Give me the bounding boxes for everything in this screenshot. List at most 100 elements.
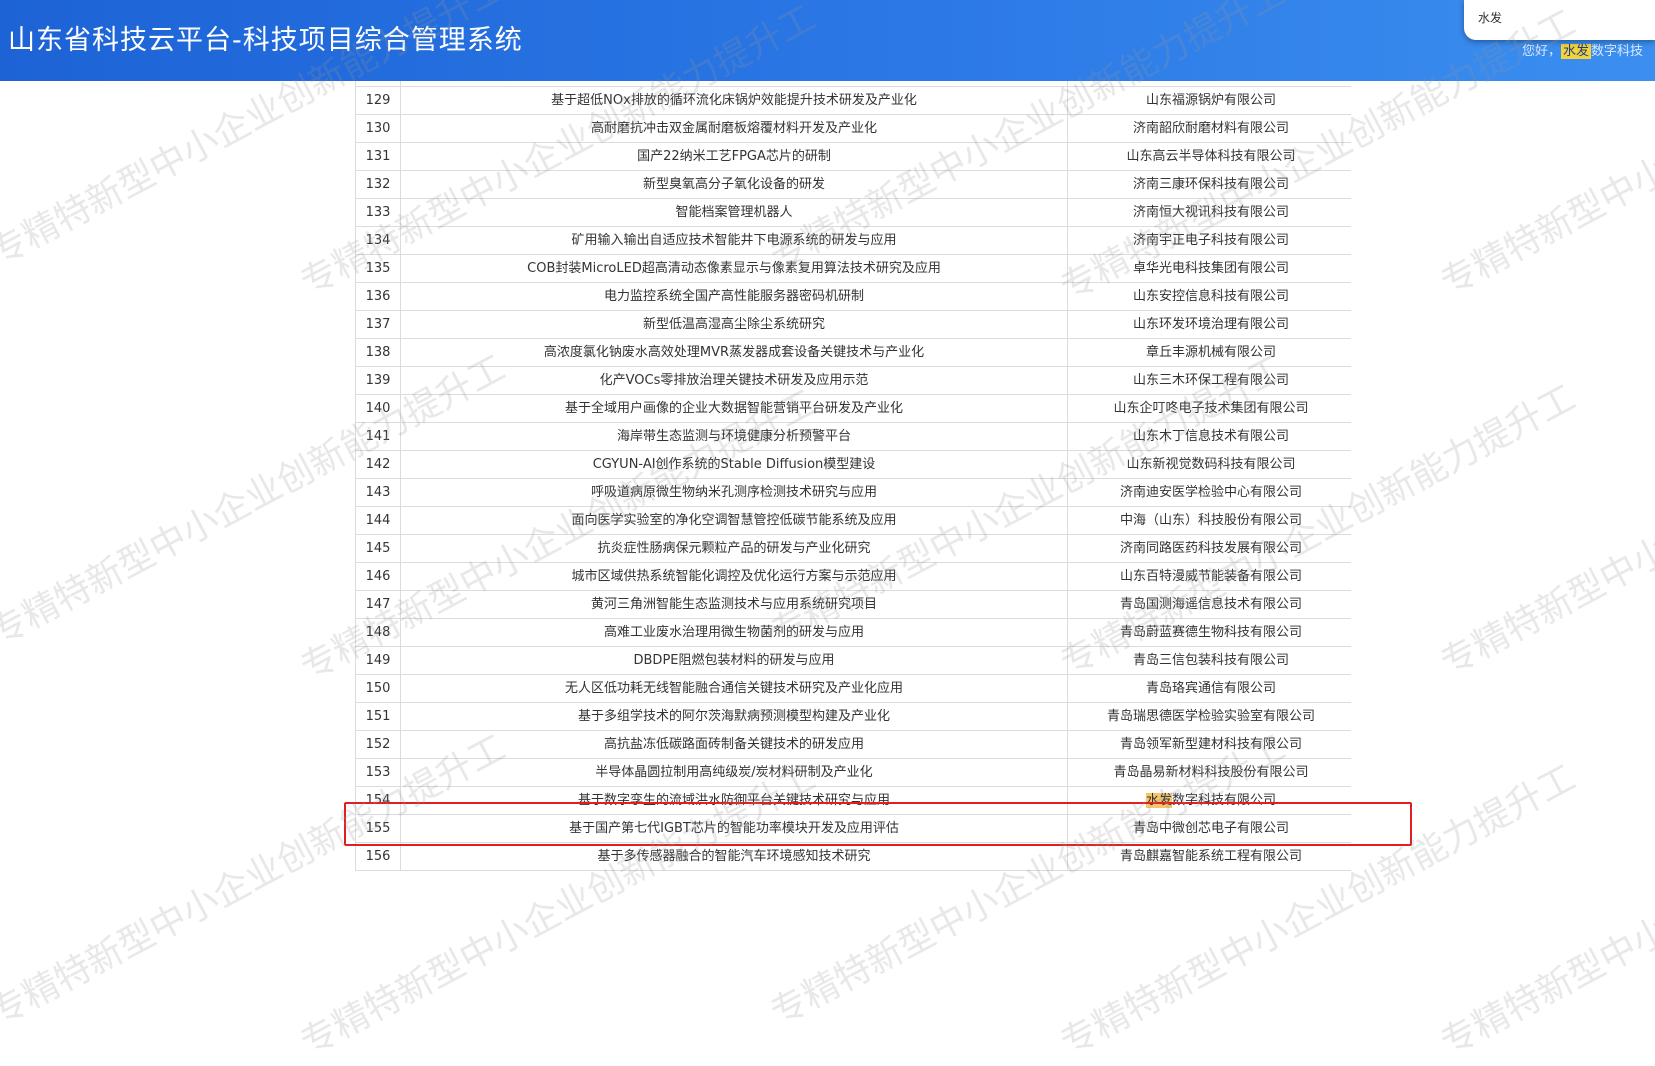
table-row: 135 COB封装MicroLED超高清动态像素显示与像素复用算法技术研究及应用卓… [355,254,1351,283]
company-name: 济南三康环保科技有限公司 [1067,170,1351,199]
company-name: 卓华光电科技集团有限公司 [1067,254,1351,283]
project-name: 呼吸道病原微生物纳米孔测序检测技术研究与应用 [400,478,1068,507]
row-number: 133 [355,198,401,227]
project-name: 电力监控系统全国产高性能服务器密码机研制 [400,282,1068,311]
company-name: 山东三木环保工程有限公司 [1067,366,1351,395]
project-name: 新型臭氧高分子氧化设备的研发 [400,170,1068,199]
table-row: 134 矿用输入输出自适应技术智能井下电源系统的研发与应用 济南宇正电子科技有限公司 [355,226,1351,255]
table-row: 140 基于全域用户画像的企业大数据智能营销平台研发及产业化 山东企叮咚电子技术集团… [355,394,1351,423]
table-row: 136 电力监控系统全国产高性能服务器密码机研制 山东安控信息科技有限公司 [355,282,1351,311]
row-number: 150 [355,674,401,703]
project-name: COB封装MicroLED超高清动态像素显示与像素复用算法技术研究及应用 [400,254,1068,283]
row-number: 139 [355,366,401,395]
table-row: 130 高耐磨抗冲击双金属耐磨板熔覆材料开发及产业化 济南韶欣耐磨材料有限公司 [355,114,1351,143]
company-name: 山东企叮咚电子技术集团有限公司 [1067,394,1351,423]
project-name: 高难工业废水治理用微生物菌剂的研发与应用 [400,618,1068,647]
project-table: 128基于AI的智能管控系统的研发项目山东云智信息科技有限公司129基于超低NO… [355,81,1351,871]
project-table-container[interactable]: 128基于AI的智能管控系统的研发项目山东云智信息科技有限公司129基于超低NO… [355,81,1351,889]
table-row: 139 化产VOCs零排放治理关键技术研发及应用示范 山东三木环保工程有限公司 [355,366,1351,395]
project-name: 半导体晶圆拉制用高纯级炭/炭材料研制及产业化 [400,758,1068,787]
row-number: 134 [355,226,401,255]
company-name: 青岛珞宾通信有限公司 [1067,674,1351,703]
company-name: 青岛蔚蓝赛德生物科技有限公司 [1067,618,1351,647]
project-name: 无人区低功耗无线智能融合通信关键技术研究及产业化应用 [400,674,1068,703]
company-name: 青岛晶易新材料科技股份有限公司 [1067,758,1351,787]
app-header: 山东省科技云平台-科技项目综合管理系统 您好， 水发 数字科技 [0,0,1655,81]
table-row: 141 海岸带生态监测与环境健康分析预警平台 山东木丁信息技术有限公司 [355,422,1351,451]
project-name: 基于多组学技术的阿尔茨海默病预测模型构建及产业化 [400,702,1068,731]
project-name: CGYUN-AI创作系统的Stable Diffusion模型建设 [400,450,1068,479]
table-row: 138 高浓度氯化钠废水高效处理MVR蒸发器成套设备关键技术与产业化 章丘丰源机械有… [355,338,1351,367]
table-row: 153 半导体晶圆拉制用高纯级炭/炭材料研制及产业化 青岛晶易新材料科技股份有限公司 [355,758,1351,787]
row-number: 141 [355,422,401,451]
company-name: 山东福源锅炉有限公司 [1067,86,1351,115]
project-name: 基于超低NOx排放的循环流化床锅炉效能提升技术研发及产业化 [400,86,1068,115]
user-greeting[interactable]: 您好， 水发 数字科技 [1522,40,1643,59]
project-name: 海岸带生态监测与环境健康分析预警平台 [400,422,1068,451]
project-name: 高抗盐冻低碳路面砖制备关键技术的研发应用 [400,730,1068,759]
red-highlight-box [344,802,1412,846]
company-name: 章丘丰源机械有限公司 [1067,338,1351,367]
company-name: 青岛瑞思德医学检验实验室有限公司 [1067,702,1351,731]
greeting-suffix: 数字科技 [1590,44,1643,59]
project-name: 高耐磨抗冲击双金属耐磨板熔覆材料开发及产业化 [400,114,1068,143]
table-row: 131 国产22纳米工艺FPGA芯片的研制 山东高云半导体科技有限公司 [355,142,1351,171]
table-row: 132 新型臭氧高分子氧化设备的研发 济南三康环保科技有限公司 [355,170,1351,199]
row-number: 136 [355,282,401,311]
project-name: 国产22纳米工艺FPGA芯片的研制 [400,142,1068,171]
greeting-highlight: 水发 [1560,44,1591,59]
project-name: 智能档案管理机器人 [400,198,1068,227]
company-name: 济南迪安医学检验中心有限公司 [1067,478,1351,507]
system-title: 山东省科技云平台-科技项目综合管理系统 [8,25,523,56]
row-number: 137 [355,310,401,339]
project-name: 面向医学实验室的净化空调智慧管控低碳节能系统及应用 [400,506,1068,535]
row-number: 153 [355,758,401,787]
company-name: 山东高云半导体科技有限公司 [1067,142,1351,171]
project-name: 化产VOCs零排放治理关键技术研发及应用示范 [400,366,1068,395]
row-number: 156 [355,842,401,871]
table-row: 145 抗炎症性肠病保元颗粒产品的研发与产业化研究 济南同路医药科技发展有限公司 [355,534,1351,563]
company-name: 山东木丁信息技术有限公司 [1067,422,1351,451]
table-row: 129 基于超低NOx排放的循环流化床锅炉效能提升技术研发及产业化 山东福源锅炉有限… [355,86,1351,115]
project-name: 黄河三角洲智能生态监测技术与应用系统研究项目 [400,590,1068,619]
row-number: 152 [355,730,401,759]
project-name: 城市区域供热系统智能化调控及优化运行方案与示范应用 [400,562,1068,591]
find-query-text[interactable]: 水发 [1478,9,1502,26]
row-number: 147 [355,590,401,619]
company-name: 青岛国测海遥信息技术有限公司 [1067,590,1351,619]
company-name: 山东环发环境治理有限公司 [1067,310,1351,339]
watermark-text: 专精特新型中小企业创新能力提升工 [1434,377,1655,685]
company-name: 山东百特漫威节能装备有限公司 [1067,562,1351,591]
greeting-prefix: 您好， [1521,44,1561,59]
table-row: 147 黄河三角洲智能生态监测技术与应用系统研究项目 青岛国测海遥信息技术有限公司 [355,590,1351,619]
table-row: 149 DBDPE阻燃包装材料的研发与应用 青岛三信包装科技有限公司 [355,646,1351,675]
table-row: 133 智能档案管理机器人 济南恒大视讯科技有限公司 [355,198,1351,227]
row-number: 145 [355,534,401,563]
table-row: 148 高难工业废水治理用微生物菌剂的研发与应用 青岛蔚蓝赛德生物科技有限公司 [355,618,1351,647]
company-name: 中海（山东）科技股份有限公司 [1067,506,1351,535]
company-name: 青岛领军新型建材科技有限公司 [1067,730,1351,759]
row-number: 144 [355,506,401,535]
row-number: 142 [355,450,401,479]
watermark-text: 专精特新型中小企业创新能力提升工 [1434,757,1655,1065]
row-number: 135 [355,254,401,283]
company-name: 青岛麒嘉智能系统工程有限公司 [1067,842,1351,871]
project-name: 新型低温高湿高尘除尘系统研究 [400,310,1068,339]
project-name: 高浓度氯化钠废水高效处理MVR蒸发器成套设备关键技术与产业化 [400,338,1068,367]
table-row: 143 呼吸道病原微生物纳米孔测序检测技术研究与应用 济南迪安医学检验中心有限公司 [355,478,1351,507]
table-row: 146 城市区域供热系统智能化调控及优化运行方案与示范应用 山东百特漫威节能装备有限… [355,562,1351,591]
row-number: 149 [355,646,401,675]
table-row: 142 CGYUN-AI创作系统的Stable Diffusion模型建设 山东新视… [355,450,1351,479]
row-number: 143 [355,478,401,507]
find-in-page-popup[interactable]: 水发 [1464,0,1655,40]
row-number: 146 [355,562,401,591]
project-name: 基于多传感器融合的智能汽车环境感知技术研究 [400,842,1068,871]
row-number: 131 [355,142,401,171]
company-name: 山东新视觉数码科技有限公司 [1067,450,1351,479]
company-name: 济南恒大视讯科技有限公司 [1067,198,1351,227]
project-name: DBDPE阻燃包装材料的研发与应用 [400,646,1068,675]
row-number: 140 [355,394,401,423]
row-number: 132 [355,170,401,199]
table-row: 151 基于多组学技术的阿尔茨海默病预测模型构建及产业化 青岛瑞思德医学检验实验室有… [355,702,1351,731]
project-name: 矿用输入输出自适应技术智能井下电源系统的研发与应用 [400,226,1068,255]
